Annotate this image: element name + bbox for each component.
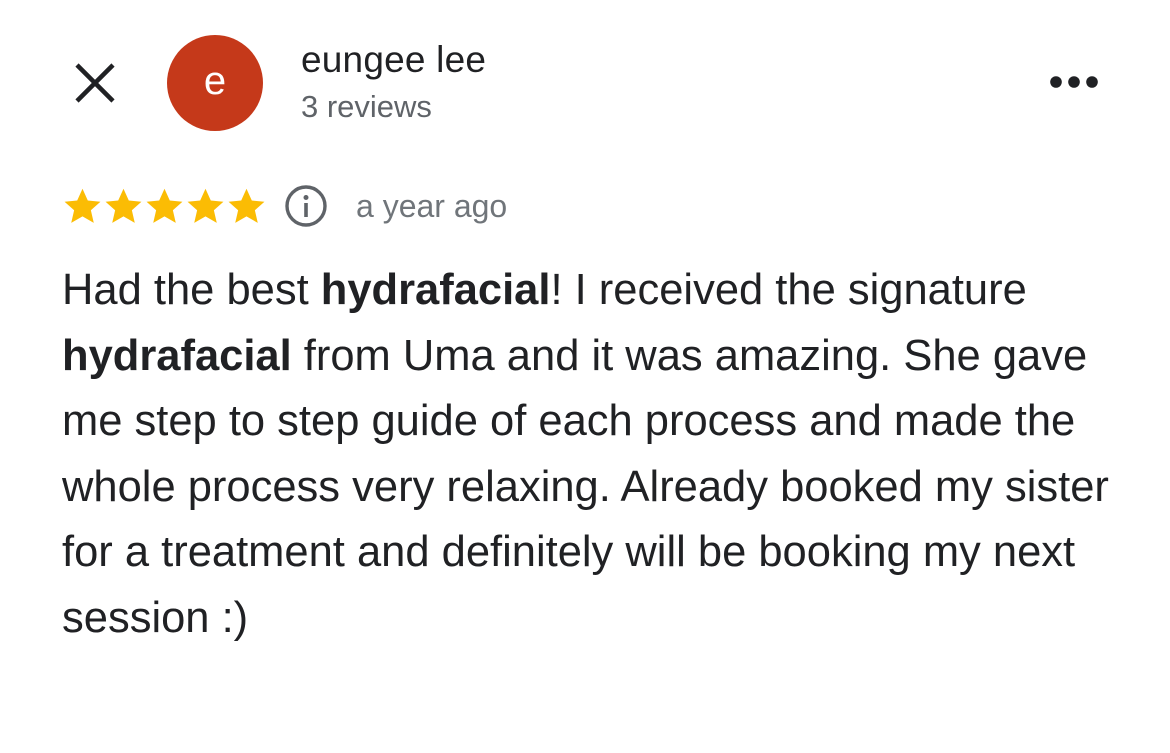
close-button[interactable]	[66, 54, 124, 112]
star-icon	[187, 188, 224, 223]
review-detail-page: e eungee lee 3 reviews a year ago Had th…	[0, 0, 1170, 753]
star-icon	[64, 188, 101, 223]
star-icon	[105, 188, 142, 223]
more-horizontal-icon	[1050, 76, 1098, 88]
review-time: a year ago	[356, 188, 508, 224]
reviewer-review-count: 3 reviews	[301, 89, 432, 124]
star-icon	[228, 188, 265, 223]
more-options-button[interactable]	[1044, 62, 1104, 102]
star-rating	[62, 186, 267, 227]
review-text: Had the best hydrafacial! I received the…	[62, 258, 1142, 651]
review-text-segment: ! I received the signature	[550, 266, 1027, 314]
reviewer-name[interactable]: eungee lee	[301, 37, 486, 83]
avatar-letter: e	[203, 59, 227, 103]
review-meta-row: a year ago	[62, 181, 507, 231]
avatar[interactable]: e	[167, 35, 263, 131]
reviewer-info[interactable]: eungee lee 3 reviews	[301, 37, 486, 127]
review-highlight: hydrafacial	[62, 331, 292, 380]
review-highlight: hydrafacial	[320, 266, 551, 314]
close-icon	[75, 63, 115, 103]
info-icon[interactable]	[284, 184, 328, 228]
review-text-segment: Had the best	[62, 266, 321, 314]
star-icon	[146, 188, 183, 223]
